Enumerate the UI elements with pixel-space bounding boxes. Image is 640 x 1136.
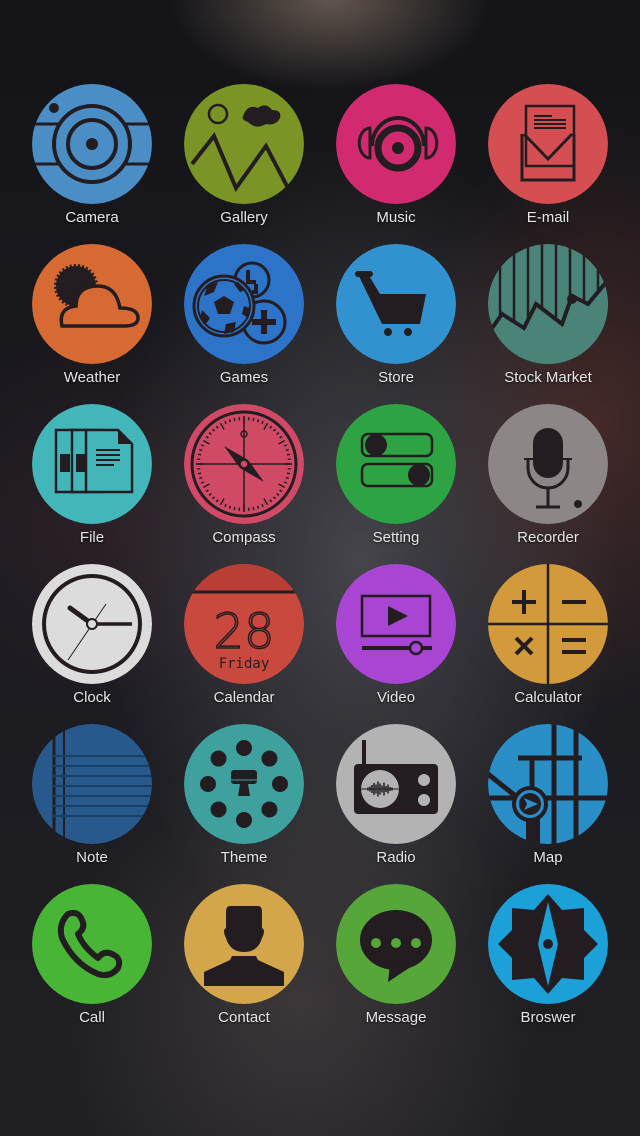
app-label: Radio — [376, 849, 416, 866]
music-icon — [336, 84, 456, 204]
app-label: Call — [79, 1009, 105, 1026]
app-label: Broswer — [520, 1009, 576, 1026]
app-label: Games — [219, 369, 269, 386]
app-label: Gallery — [220, 209, 268, 226]
app-e-mail[interactable]: E-mail — [472, 84, 624, 234]
app-weather[interactable]: Weather — [16, 244, 168, 394]
calculator-icon — [488, 564, 608, 684]
app-stock-market[interactable]: Stock Market — [472, 244, 624, 394]
compass-icon — [184, 404, 304, 524]
app-broswer[interactable]: Broswer — [472, 884, 624, 1034]
app-note[interactable]: Note — [16, 724, 168, 874]
stock-market-icon — [488, 244, 608, 364]
games-icon — [184, 244, 304, 364]
app-compass[interactable]: Compass — [168, 404, 320, 554]
calendar-weekday: Friday — [219, 656, 270, 672]
radio-icon — [336, 724, 456, 844]
app-label: Stock Market — [504, 369, 592, 386]
app-label: Video — [376, 689, 416, 706]
app-file[interactable]: File — [16, 404, 168, 554]
app-label: Weather — [63, 369, 121, 386]
app-label: Message — [365, 1009, 427, 1026]
contact-icon — [184, 884, 304, 1004]
clock-icon — [32, 564, 152, 684]
app-store[interactable]: Store — [320, 244, 472, 394]
app-label: Clock — [73, 689, 111, 706]
app-label: Map — [533, 849, 563, 866]
app-label: Setting — [372, 529, 420, 546]
app-label: Theme — [220, 849, 268, 866]
app-label: E-mail — [526, 209, 570, 226]
app-video[interactable]: Video — [320, 564, 472, 714]
app-setting[interactable]: Setting — [320, 404, 472, 554]
app-call[interactable]: Call — [16, 884, 168, 1034]
app-label: Music — [376, 209, 416, 226]
app-clock[interactable]: Clock — [16, 564, 168, 714]
app-theme[interactable]: Theme — [168, 724, 320, 874]
app-label: Store — [378, 369, 414, 386]
calendar-icon: 28Friday — [184, 564, 304, 684]
app-games[interactable]: Games — [168, 244, 320, 394]
recorder-icon — [488, 404, 608, 524]
app-label: File — [79, 529, 105, 546]
weather-icon — [32, 244, 152, 364]
app-label: Contact — [218, 1009, 270, 1026]
store-icon — [336, 244, 456, 364]
app-label: Compass — [212, 529, 276, 546]
gallery-icon — [184, 84, 304, 204]
app-label: Calendar — [213, 689, 275, 706]
video-icon — [336, 564, 456, 684]
note-icon — [32, 724, 152, 844]
app-label: Note — [76, 849, 108, 866]
message-icon — [336, 884, 456, 1004]
app-recorder[interactable]: Recorder — [472, 404, 624, 554]
app-camera[interactable]: Camera — [16, 84, 168, 234]
map-icon — [488, 724, 608, 844]
setting-icon — [336, 404, 456, 524]
app-gallery[interactable]: Gallery — [168, 84, 320, 234]
app-label: Calculator — [514, 689, 582, 706]
app-label: Recorder — [517, 529, 579, 546]
app-radio[interactable]: Radio — [320, 724, 472, 874]
app-label: Camera — [65, 209, 119, 226]
theme-icon — [184, 724, 304, 844]
file-icon — [32, 404, 152, 524]
app-music[interactable]: Music — [320, 84, 472, 234]
app-calendar[interactable]: 28 Friday Calendar — [168, 564, 320, 714]
browser-icon — [488, 884, 608, 1004]
app-map[interactable]: Map — [472, 724, 624, 874]
email-icon — [488, 84, 608, 204]
app-contact[interactable]: Contact — [168, 884, 320, 1034]
app-calculator[interactable]: Calculator — [472, 564, 624, 714]
app-message[interactable]: Message — [320, 884, 472, 1034]
camera-icon — [32, 84, 152, 204]
phone-icon — [32, 884, 152, 1004]
calendar-day: 28 — [213, 604, 274, 660]
